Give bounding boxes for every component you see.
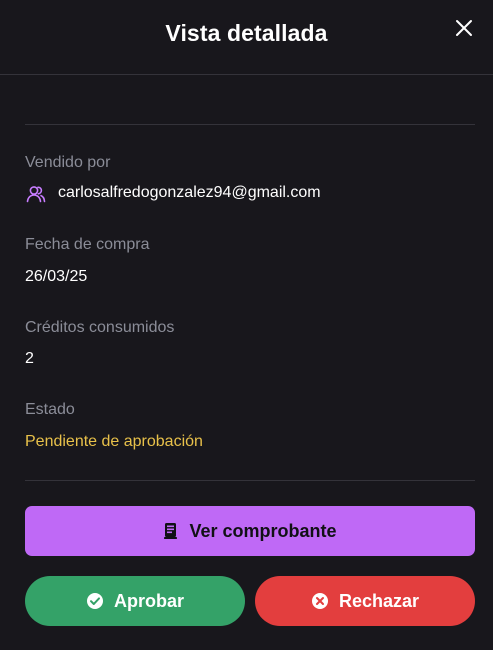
reject-button[interactable]: Rechazar [255,576,475,626]
check-circle-icon [86,592,104,610]
view-voucher-button[interactable]: Ver comprobante [25,506,475,556]
seller-email: carlosalfredogonzalez94@gmail.com [58,184,321,201]
top-divider [25,124,475,125]
modal-title: Vista detallada [165,20,328,46]
approve-label: Aprobar [113,590,184,611]
reject-label: Rechazar [338,590,420,611]
x-circle-icon [311,592,329,610]
modal-header: Vista detallada [0,0,493,75]
approve-button[interactable]: Aprobar [25,576,245,626]
status-label: Estado [25,401,75,418]
close-button[interactable] [453,17,475,39]
receipt-icon [163,522,179,540]
purchase-date-value: 26/03/25 [25,268,88,285]
close-icon [456,20,472,36]
view-voucher-label: Ver comprobante [189,520,337,541]
seller-label: Vendido por [25,154,111,171]
users-icon [26,186,46,203]
credits-label: Créditos consumidos [25,319,175,336]
purchase-date-label: Fecha de compra [25,236,150,253]
detail-modal: Vista detallada Vendido por carlosalfred… [0,0,493,650]
status-badge: Pendiente de aprobación [25,433,203,450]
bottom-divider [25,480,475,481]
credits-value: 2 [25,350,34,367]
